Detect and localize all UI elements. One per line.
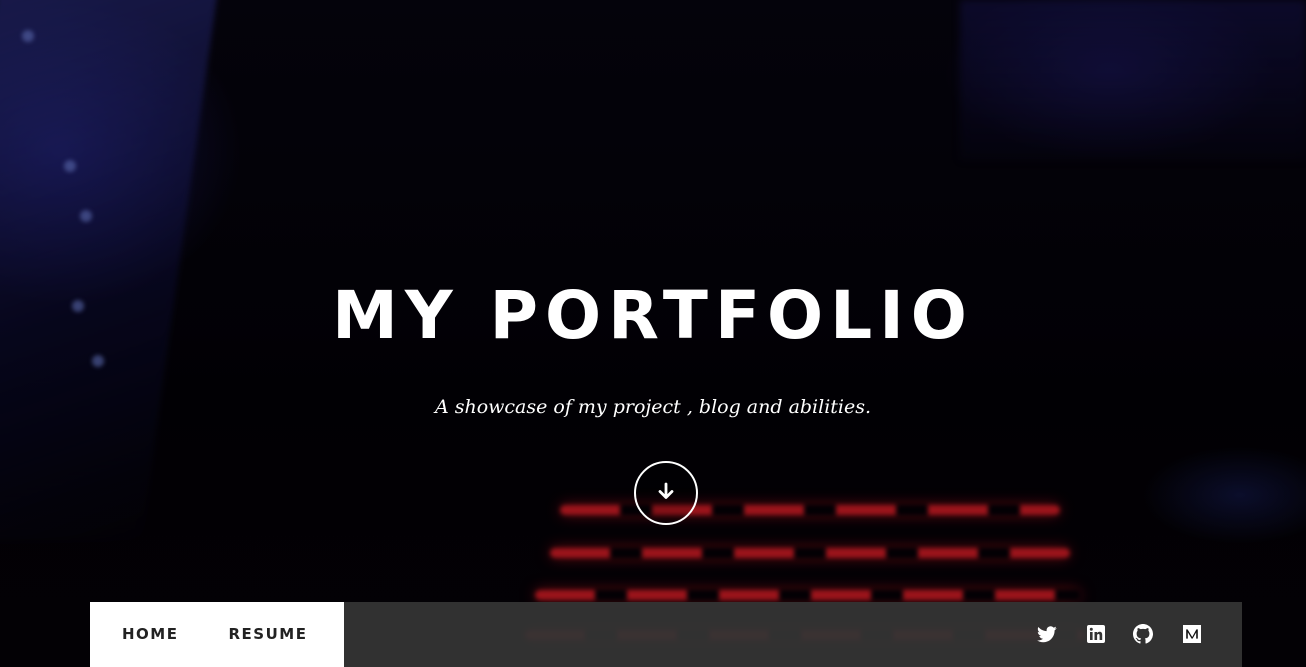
github-icon [1133, 624, 1153, 644]
page-subtitle: A showcase of my project , blog and abil… [434, 396, 872, 418]
linkedin-icon [1087, 625, 1105, 643]
hero-section: MY PORTFOLIO A showcase of my project , … [0, 0, 1306, 667]
nav-links: HOME RESUME [90, 602, 344, 667]
scroll-down-button[interactable] [634, 461, 698, 525]
twitter-link[interactable] [1037, 624, 1057, 644]
nav-link-resume[interactable]: RESUME [228, 602, 307, 667]
page-title: MY PORTFOLIO [332, 277, 974, 354]
twitter-icon [1037, 625, 1057, 643]
arrow-down-icon [656, 481, 676, 506]
bottom-navbar: HOME RESUME [90, 602, 1242, 667]
nav-link-home[interactable]: HOME [122, 602, 178, 667]
medium-link[interactable] [1182, 624, 1202, 644]
linkedin-link[interactable] [1086, 624, 1106, 644]
github-link[interactable] [1133, 624, 1153, 644]
medium-icon [1183, 625, 1201, 643]
